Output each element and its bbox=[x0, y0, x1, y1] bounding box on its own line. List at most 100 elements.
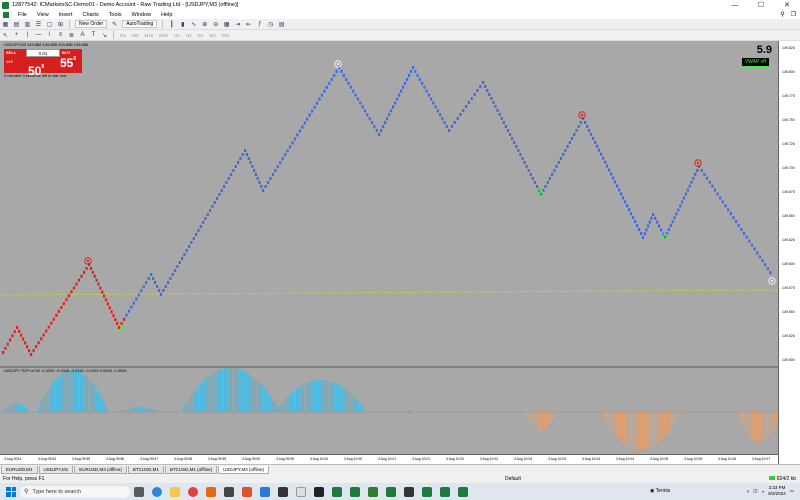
chart-tab[interactable]: EURUSD,M3 (offline) bbox=[74, 465, 127, 474]
line-chart-icon[interactable]: ∿ bbox=[189, 20, 198, 28]
bar-chart-icon[interactable]: ┃ bbox=[167, 20, 176, 28]
autotrading-button[interactable]: AutoTrading bbox=[122, 20, 158, 28]
file-explorer-icon[interactable] bbox=[170, 486, 180, 497]
metaeditor-icon[interactable]: ✎ bbox=[110, 20, 119, 28]
app-icon[interactable] bbox=[368, 486, 378, 497]
brick bbox=[650, 216, 653, 220]
chart-tab[interactable]: BTCUSD,M1 (offline) bbox=[164, 465, 218, 474]
zoom-in-icon[interactable]: ⊕ bbox=[200, 20, 209, 28]
menu-insert[interactable]: Insert bbox=[54, 12, 78, 18]
histogram-bar bbox=[539, 412, 541, 430]
templates-icon[interactable]: ▤ bbox=[277, 20, 286, 28]
menu-file[interactable]: File bbox=[13, 12, 32, 18]
fibonacci-icon[interactable]: ≣ bbox=[67, 31, 76, 39]
chart-tab[interactable]: USDJPY,M1 bbox=[38, 465, 74, 474]
start-button[interactable] bbox=[6, 486, 16, 497]
maximize-button[interactable]: ☐ bbox=[748, 0, 774, 10]
chart-shift-icon[interactable]: ⇤ bbox=[244, 20, 253, 28]
timeframe-mn[interactable]: MN bbox=[219, 33, 232, 38]
market-watch-icon[interactable]: ▥ bbox=[23, 20, 32, 28]
tester-icon[interactable]: ⊞ bbox=[56, 20, 65, 28]
app-icon[interactable] bbox=[404, 486, 414, 497]
app-icon[interactable] bbox=[278, 486, 288, 497]
task-view-icon[interactable] bbox=[134, 486, 144, 497]
chart-tab[interactable]: USDJPY,M3 (offline) bbox=[218, 465, 269, 474]
timeframe-m15[interactable]: M15 bbox=[142, 33, 157, 38]
terminal-icon[interactable]: ▢ bbox=[45, 20, 54, 28]
cursor-icon[interactable]: ↖ bbox=[1, 31, 10, 39]
menu-view[interactable]: View bbox=[32, 12, 54, 18]
tile-windows-icon[interactable]: ▦ bbox=[222, 20, 231, 28]
histogram-bar bbox=[611, 412, 613, 431]
word-icon[interactable] bbox=[260, 486, 270, 497]
zoom-out-icon[interactable]: ⊖ bbox=[211, 20, 220, 28]
new-chart-icon[interactable]: ▦ bbox=[1, 20, 10, 28]
minimize-button[interactable]: — bbox=[722, 0, 748, 10]
restore-icon[interactable]: ❐ bbox=[791, 11, 796, 18]
chrome-icon[interactable] bbox=[188, 486, 198, 497]
search-icon[interactable]: ⚲ bbox=[780, 11, 784, 18]
close-button[interactable]: ✕ bbox=[774, 0, 800, 10]
candlestick-icon[interactable]: ▮ bbox=[178, 20, 187, 28]
text-icon[interactable]: A bbox=[78, 31, 87, 39]
periods-icon[interactable]: ◷ bbox=[266, 20, 275, 28]
network-icon[interactable]: ◫ bbox=[753, 488, 757, 494]
vlc-icon[interactable] bbox=[206, 486, 216, 497]
histogram-bar bbox=[241, 370, 243, 412]
timeframe-d1[interactable]: D1 bbox=[195, 33, 207, 38]
taskbar-search[interactable]: ⚲ Type here to search bbox=[20, 485, 130, 498]
brick bbox=[696, 168, 699, 172]
price-chart[interactable] bbox=[0, 41, 778, 454]
chart-tab[interactable]: EURUSD,M1 bbox=[1, 465, 38, 474]
timeframe-h1[interactable]: H1 bbox=[171, 33, 183, 38]
timeframe-m1[interactable]: M1 bbox=[117, 33, 129, 38]
metatrader-icon[interactable] bbox=[440, 486, 450, 497]
menu-tools[interactable]: Tools bbox=[104, 12, 127, 18]
trendline-icon[interactable]: / bbox=[45, 31, 54, 39]
notification-icon[interactable]: ▭ bbox=[790, 488, 794, 494]
app-icon[interactable] bbox=[296, 486, 306, 497]
navigator-icon[interactable]: ☰ bbox=[34, 20, 43, 28]
metatrader-icon[interactable] bbox=[458, 486, 468, 497]
chart-tab[interactable]: BTCUSD,M1 bbox=[127, 465, 164, 474]
indicators-icon[interactable]: ƒ bbox=[255, 20, 264, 28]
crosshair-icon[interactable]: + bbox=[12, 31, 21, 39]
timeframe-w1[interactable]: W1 bbox=[206, 33, 219, 38]
timeframe-m30[interactable]: M30 bbox=[156, 33, 171, 38]
app-icon[interactable] bbox=[314, 486, 324, 497]
metatrader-icon[interactable] bbox=[350, 486, 360, 497]
clock[interactable]: 3:33 PM 8/3/2024 bbox=[768, 485, 786, 497]
menu-help[interactable]: Help bbox=[156, 12, 177, 18]
horizontal-line-icon[interactable]: — bbox=[34, 31, 43, 39]
metatrader-icon[interactable] bbox=[386, 486, 396, 497]
x-tick-label: 3 Aug 10:07 bbox=[752, 457, 771, 461]
vwap-toggle-button[interactable]: VWAP off bbox=[740, 57, 770, 67]
signal-dot bbox=[86, 259, 90, 263]
app-icon[interactable] bbox=[224, 486, 234, 497]
chevron-up-icon[interactable]: ˄ bbox=[747, 489, 750, 494]
label-icon[interactable]: T bbox=[89, 31, 98, 39]
metatrader-icon[interactable] bbox=[422, 486, 432, 497]
weather-widget[interactable]: ◉ Tennis bbox=[650, 488, 670, 494]
channel-icon[interactable]: ≡ bbox=[56, 31, 65, 39]
vertical-line-icon[interactable]: | bbox=[23, 31, 32, 39]
autoscroll-icon[interactable]: ⇥ bbox=[233, 20, 242, 28]
timeframe-m5[interactable]: M5 bbox=[129, 33, 141, 38]
shapes-icon[interactable]: ↘ bbox=[100, 31, 109, 39]
menu-charts[interactable]: Charts bbox=[77, 12, 103, 18]
volume-icon[interactable]: ◖ bbox=[761, 489, 764, 494]
brick bbox=[525, 165, 528, 168]
histogram-bar bbox=[624, 412, 626, 445]
lot-size-input[interactable]: 0.01 bbox=[26, 49, 60, 57]
menu-window[interactable]: Window bbox=[127, 12, 157, 18]
edge-icon[interactable] bbox=[152, 486, 162, 497]
profiles-icon[interactable]: ▤ bbox=[12, 20, 21, 28]
histogram-bar bbox=[300, 385, 302, 412]
timeframe-h4[interactable]: H4 bbox=[183, 33, 195, 38]
sell-button[interactable]: SELL 149 bbox=[4, 49, 26, 73]
brave-icon[interactable] bbox=[242, 486, 252, 497]
metatrader-icon[interactable] bbox=[332, 486, 342, 497]
new-order-button[interactable]: New Order bbox=[75, 20, 108, 28]
chart-window[interactable]: USDJPY,M3 149.885 149.885 149.885 149.88… bbox=[0, 41, 800, 464]
brick bbox=[519, 153, 522, 156]
